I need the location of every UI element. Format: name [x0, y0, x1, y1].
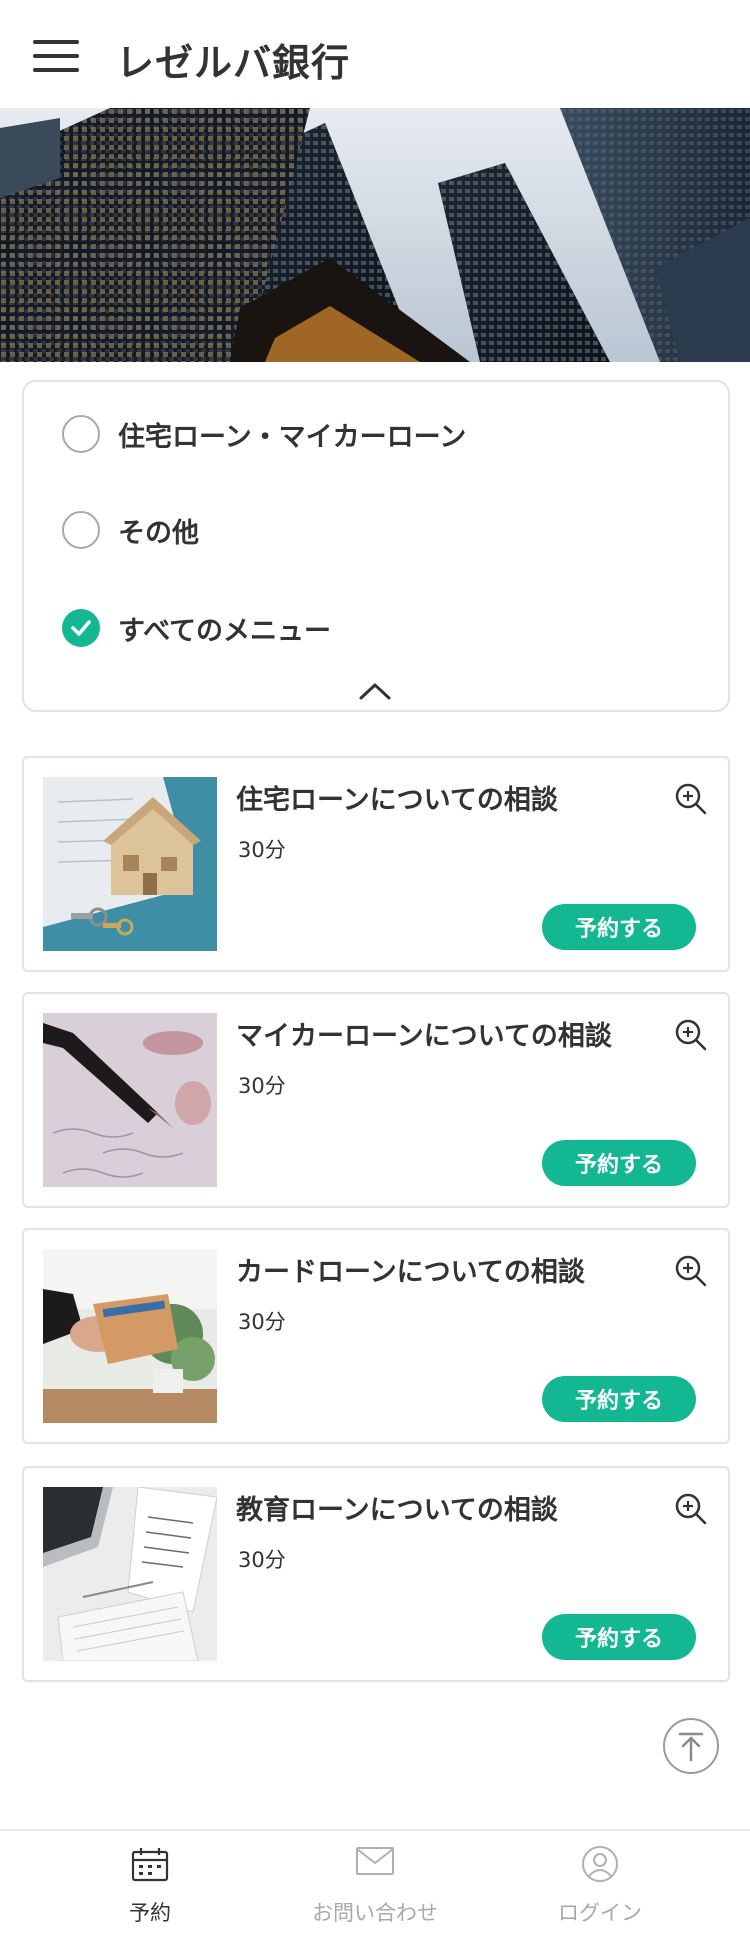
filter-label: 住宅ローン・マイカーローン — [118, 421, 467, 453]
filter-label: すべてのメニュー — [118, 615, 332, 647]
radio-unchecked-icon[interactable] — [62, 415, 100, 453]
consultation-card[interactable]: マイカーローンについての相談 30分 予約する — [22, 992, 730, 1208]
hero-image — [0, 108, 750, 362]
nav-item-reservation[interactable]: 予約 — [25, 1831, 275, 1940]
reserve-button[interactable]: 予約する — [542, 1140, 696, 1186]
calendar-icon — [130, 1845, 170, 1887]
zoom-in-icon[interactable] — [674, 782, 708, 816]
scroll-to-top-icon[interactable] — [663, 1718, 719, 1774]
card-duration: 30分 — [238, 838, 286, 862]
nav-item-login[interactable]: ログイン — [475, 1831, 725, 1940]
app-header: レゼルバ銀行 — [0, 0, 750, 108]
card-title: マイカーローンについての相談 — [236, 1021, 612, 1052]
bottom-navigation: 予約 お問い合わせ ログイン — [0, 1829, 750, 1940]
mail-icon — [355, 1845, 395, 1881]
card-duration: 30分 — [238, 1074, 286, 1098]
filter-option-all-menus[interactable]: すべてのメニュー — [62, 606, 331, 650]
card-title: 教育ローンについての相談 — [236, 1495, 558, 1526]
nav-label: お問い合わせ — [312, 1901, 438, 1925]
hamburger-menu-icon[interactable] — [33, 38, 79, 74]
card-duration: 30分 — [238, 1548, 286, 1572]
card-title: 住宅ローンについての相談 — [236, 785, 558, 816]
nav-item-contact[interactable]: お問い合わせ — [250, 1831, 500, 1940]
reserve-button[interactable]: 予約する — [542, 1614, 696, 1660]
card-thumbnail-pen — [43, 1013, 217, 1187]
filter-option-home-car-loan[interactable]: 住宅ローン・マイカーローン — [62, 412, 466, 456]
zoom-in-icon[interactable] — [674, 1254, 708, 1288]
nav-label: ログイン — [558, 1901, 642, 1925]
reserve-button[interactable]: 予約する — [542, 1376, 696, 1422]
card-duration: 30分 — [238, 1310, 286, 1334]
consultation-card[interactable]: 住宅ローンについての相談 30分 予約する — [22, 756, 730, 972]
radio-unchecked-icon[interactable] — [62, 511, 100, 549]
consultation-card[interactable]: カードローンについての相談 30分 予約する — [22, 1228, 730, 1444]
user-icon — [581, 1845, 619, 1887]
consultation-card[interactable]: 教育ローンについての相談 30分 予約する — [22, 1466, 730, 1682]
card-thumbnail-house — [43, 777, 217, 951]
filter-label: その他 — [118, 517, 199, 549]
chevron-up-icon[interactable] — [357, 680, 393, 702]
filter-panel: 住宅ローン・マイカーローン その他 すべてのメニュー — [22, 380, 730, 712]
app-title: レゼルバ銀行 — [116, 41, 351, 85]
nav-label: 予約 — [129, 1901, 171, 1925]
card-title: カードローンについての相談 — [236, 1257, 585, 1288]
reserve-button[interactable]: 予約する — [542, 904, 696, 950]
filter-option-other[interactable]: その他 — [62, 508, 199, 552]
card-thumbnail-wallet — [43, 1249, 217, 1423]
zoom-in-icon[interactable] — [674, 1492, 708, 1526]
zoom-in-icon[interactable] — [674, 1018, 708, 1052]
radio-checked-icon[interactable] — [62, 609, 100, 647]
card-thumbnail-documents — [43, 1487, 217, 1661]
